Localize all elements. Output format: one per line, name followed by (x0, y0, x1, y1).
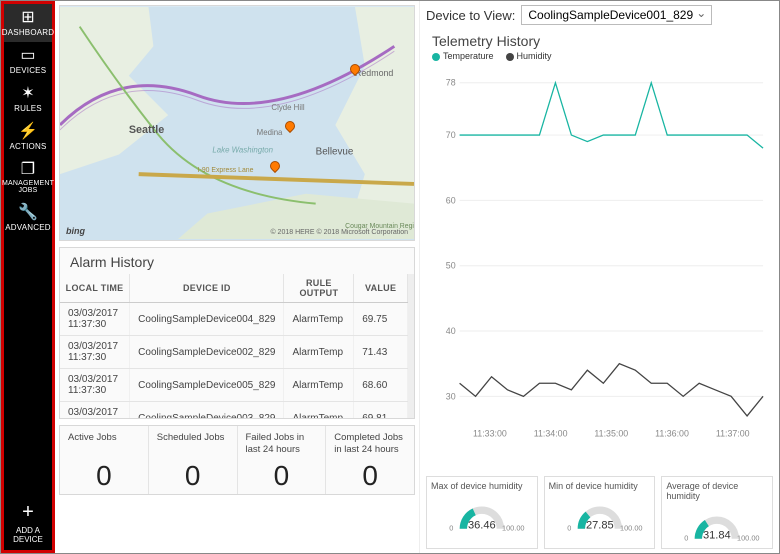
svg-text:I-90 Express Lane: I-90 Express Lane (198, 167, 254, 174)
job-count: 0 (246, 460, 318, 492)
telemetry-chart: Telemetry History Temperature Humidity 3… (426, 31, 773, 472)
svg-text:0: 0 (567, 524, 571, 533)
advanced-icon: 🔧 (18, 205, 38, 221)
svg-text:60: 60 (446, 195, 456, 205)
svg-text:100.00: 100.00 (737, 534, 760, 543)
actions-icon: ⚡ (18, 124, 38, 140)
map-provider: bing (66, 226, 85, 236)
job-completed: Completed Jobs in last 24 hours0 (326, 426, 414, 494)
col-local-time[interactable]: LOCAL TIME (60, 274, 130, 303)
col-value[interactable]: VALUE (354, 274, 408, 303)
sidebar-item-label: MANAGEMENT JOBS (2, 180, 54, 194)
sidebar-item-label: DEVICES (10, 66, 47, 75)
svg-text:Bellevue: Bellevue (316, 146, 354, 157)
chart-legend: Temperature Humidity (432, 51, 767, 61)
chart-title: Telemetry History (432, 33, 767, 49)
col-rule-output[interactable]: RULE OUTPUT (284, 274, 354, 303)
sidebar-item-actions[interactable]: ⚡ ACTIONS (4, 118, 52, 156)
svg-text:78: 78 (446, 78, 456, 88)
table-row[interactable]: 03/03/2017 11:37:29CoolingSampleDevice00… (60, 402, 408, 419)
device-select[interactable]: CoolingSampleDevice001_829 (521, 5, 712, 25)
chart-svg: 30 40 50 60 70 78 11:33:00 11:34:00 11:35:00 11:3… (432, 63, 767, 443)
svg-text:70: 70 (446, 130, 456, 140)
gauges-row: Max of device humidity 36.460100.00 Min … (426, 476, 773, 549)
dashboard-icon: ⊞ (21, 10, 35, 26)
table-row[interactable]: 03/03/2017 11:37:30CoolingSampleDevice00… (60, 303, 408, 336)
alarm-history-title: Alarm History (60, 248, 414, 274)
job-failed: Failed Jobs in last 24 hours0 (238, 426, 327, 494)
svg-text:31.84: 31.84 (703, 530, 731, 542)
svg-text:11:36:00: 11:36:00 (655, 428, 689, 438)
sidebar-item-dashboard[interactable]: ⊞ DASHBOARD (4, 4, 52, 42)
svg-text:Lake Washington: Lake Washington (212, 146, 273, 155)
sidebar-item-label: ADD A DEVICE (4, 526, 52, 544)
sidebar-item-rules[interactable]: ✶ RULES (4, 80, 52, 118)
device-select-label: Device to View: (426, 8, 515, 23)
svg-text:100.00: 100.00 (502, 524, 525, 533)
sidebar-item-management-jobs[interactable]: ❐ MANAGEMENT JOBS (4, 156, 52, 199)
svg-text:11:37:00: 11:37:00 (716, 428, 750, 438)
jobs-panel: Active Jobs0 Scheduled Jobs0 Failed Jobs… (59, 425, 415, 495)
svg-text:40: 40 (446, 326, 456, 336)
sidebar-item-label: RULES (14, 104, 42, 113)
svg-text:11:34:00: 11:34:00 (534, 428, 568, 438)
table-row[interactable]: 03/03/2017 11:37:30CoolingSampleDevice00… (60, 336, 408, 369)
job-count: 0 (334, 460, 406, 492)
job-scheduled: Scheduled Jobs0 (149, 426, 238, 494)
devices-icon: ▭ (20, 48, 35, 64)
sidebar-item-advanced[interactable]: 🔧 ADVANCED (4, 199, 52, 237)
sidebar-item-devices[interactable]: ▭ DEVICES (4, 42, 52, 80)
sidebar-item-label: ACTIONS (10, 142, 47, 151)
add-device-button[interactable]: + ADD A DEVICE (4, 497, 52, 550)
map-copyright: © 2018 HERE © 2018 Microsoft Corporation (270, 229, 408, 236)
job-count: 0 (157, 460, 229, 492)
svg-text:Seattle: Seattle (129, 124, 164, 136)
svg-text:Medina: Medina (257, 128, 283, 137)
svg-text:50: 50 (446, 261, 456, 271)
col-device-id[interactable]: DEVICE ID (130, 274, 284, 303)
alarm-history-panel: Alarm History LOCAL TIME DEVICE ID RULE … (59, 247, 415, 419)
jobs-icon: ❐ (21, 162, 36, 178)
svg-text:30: 30 (446, 391, 456, 401)
job-active: Active Jobs0 (60, 426, 149, 494)
map-panel[interactable]: Seattle Bellevue Redmond Clyde Hill Medi… (59, 5, 415, 241)
rules-icon: ✶ (21, 86, 35, 102)
svg-text:11:33:00: 11:33:00 (473, 428, 507, 438)
gauge-avg-humidity: Average of device humidity 31.840100.00 (661, 476, 773, 549)
main: Seattle Bellevue Redmond Clyde Hill Medi… (55, 1, 779, 553)
sidebar-item-label: DASHBOARD (2, 28, 54, 37)
svg-text:11:35:00: 11:35:00 (594, 428, 628, 438)
legend-dot-humidity (506, 53, 514, 61)
plus-icon: + (22, 501, 34, 524)
gauge-max-humidity: Max of device humidity 36.460100.00 (426, 476, 538, 549)
legend-dot-temperature (432, 53, 440, 61)
job-count: 0 (68, 460, 140, 492)
sidebar: ⊞ DASHBOARD ▭ DEVICES ✶ RULES ⚡ ACTIONS ❐ MAN… (1, 1, 55, 553)
svg-text:27.85: 27.85 (586, 520, 614, 532)
svg-text:Redmond: Redmond (355, 68, 393, 78)
sidebar-item-label: ADVANCED (5, 223, 50, 232)
svg-text:0: 0 (449, 524, 453, 533)
svg-text:100.00: 100.00 (620, 524, 643, 533)
gauge-min-humidity: Min of device humidity 27.850100.00 (544, 476, 656, 549)
svg-text:Clyde Hill: Clyde Hill (271, 103, 304, 112)
svg-text:0: 0 (685, 534, 689, 543)
svg-text:36.46: 36.46 (468, 520, 496, 532)
scrollbar[interactable] (408, 274, 414, 418)
alarm-table: LOCAL TIME DEVICE ID RULE OUTPUT VALUE 0… (60, 274, 408, 418)
device-selector-row: Device to View: CoolingSampleDevice001_8… (426, 5, 773, 27)
table-row[interactable]: 03/03/2017 11:37:30CoolingSampleDevice00… (60, 369, 408, 402)
